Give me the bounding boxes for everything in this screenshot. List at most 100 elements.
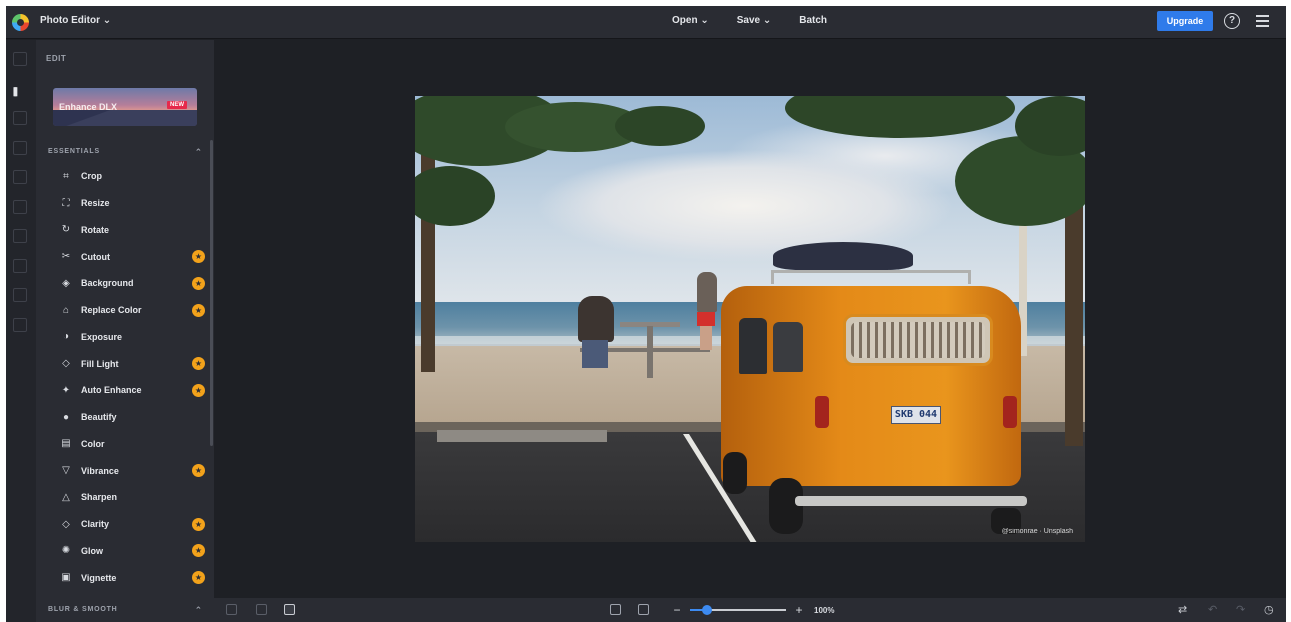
cutout-icon: ✂ [61,251,71,263]
glow-icon: ✺ [61,545,71,557]
tool-label: Resize [81,198,110,209]
star-icon[interactable] [13,140,27,155]
tool-label: Replace Color [81,305,142,316]
texture-icon[interactable] [13,317,27,332]
sharpen-icon: △ [62,491,70,503]
section-blur-smooth[interactable]: BLUR & SMOOTH ⌃ [48,605,203,616]
new-badge: NEW [167,101,187,109]
tool-label: Clarity [81,519,110,530]
brush-icon[interactable] [13,170,27,184]
zoom-out-button[interactable]: − [670,603,684,617]
redo-icon[interactable]: ↷ [1236,603,1245,616]
banner-artwork [53,110,197,126]
tool-list: ⌗ Crop ⛶ Resize ↻ Rotate ✂ Cutout ★ ◈ Background ★ ⌂… [36,163,214,591]
chevron-up-icon[interactable]: ⌃ [195,605,203,616]
tool-label: Crop [81,171,102,182]
color-icon: ▤ [61,438,71,450]
premium-star-icon: ★ [192,357,205,371]
tool-item-background[interactable]: ◈ Background ★ [36,270,214,297]
tool-item-exposure[interactable]: ◑ Exposure [36,324,214,351]
shape-icon[interactable] [13,258,27,273]
batch-menu[interactable]: Batch [799,15,827,26]
tool-label: Glow [81,545,103,556]
tool-item-replace-color[interactable]: ⌂ Replace Color ★ [36,297,214,324]
canvas-area: SKB 044 @simonrae · Unsplash [214,40,1286,598]
flip-icon[interactable]: ⇄ [1178,603,1187,616]
duplicate-icon[interactable] [256,604,267,615]
tool-label: Beautify [81,412,117,423]
frame-icon[interactable] [13,199,27,214]
resize-icon: ⛶ [62,197,70,209]
photo-canvas[interactable]: SKB 044 @simonrae · Unsplash [415,96,1085,542]
photo-credit: @simonrae · Unsplash [1001,528,1073,535]
zoom-control: − + 100% [670,602,834,618]
premium-star-icon: ★ [192,303,205,317]
history-icon[interactable]: ◷ [1264,603,1274,616]
tool-label: Color [81,438,105,449]
tool-item-sharpen[interactable]: △ Sharpen [36,484,214,511]
top-bar: Photo Editor ⌄ Open ⌄ Save ⌄ Batch Upgra… [6,6,1286,39]
tool-label: Rotate [81,224,110,235]
tool-item-auto-enhance[interactable]: ✦ Auto Enhance ★ [36,377,214,404]
tool-item-fill-light[interactable]: ◇ Fill Light ★ [36,350,214,377]
tool-item-vibrance[interactable]: ▽ Vibrance ★ [36,457,214,484]
tool-label: Auto Enhance [81,385,142,396]
photo-editor-app: Photo Editor ⌄ Open ⌄ Save ⌄ Batch Upgra… [6,6,1286,622]
background-icon: ◈ [62,277,70,289]
actual-size-icon[interactable] [638,604,649,615]
fit-screen-icon[interactable] [610,604,621,615]
tool-label: Cutout [81,251,110,262]
text-icon[interactable] [13,288,27,302]
tool-label: Exposure [81,331,123,342]
section-essentials[interactable]: ESSENTIALS ⌃ [48,147,203,158]
tool-item-color[interactable]: ▤ Color [36,431,214,458]
tool-label: Vibrance [81,465,119,476]
tool-item-clarity[interactable]: ◇ Clarity ★ [36,511,214,538]
tool-category-rail [6,40,36,622]
clarity-icon: ◇ [62,518,70,530]
auto-enhance-icon: ✦ [61,384,71,396]
heart-icon[interactable] [13,229,27,243]
vibrance-icon: ▽ [62,465,70,477]
compare-icon[interactable] [284,604,295,615]
open-menu[interactable]: Open ⌄ [672,15,709,26]
zoom-in-button[interactable]: + [792,603,806,617]
tool-item-rotate[interactable]: ↻ Rotate [36,217,214,244]
tool-item-cutout[interactable]: ✂ Cutout ★ [36,243,214,270]
section-title: ESSENTIALS [48,148,100,155]
app-logo-icon[interactable] [12,14,29,31]
chevron-up-icon[interactable]: ⌃ [195,147,203,158]
layers-icon[interactable] [226,604,237,615]
zoom-slider[interactable] [690,605,786,615]
tool-item-vignette[interactable]: ▣ Vignette ★ [36,564,214,591]
tool-item-beautify[interactable]: ● Beautify [36,404,214,431]
banner-label: Enhance DLX [59,102,118,112]
edit-panel: EDIT Enhance DLX NEW ESSENTIALS ⌃ ⌗ Crop ⛶… [36,40,214,622]
zoom-slider-handle[interactable] [702,605,713,615]
eye-icon[interactable] [13,111,27,125]
image-icon[interactable] [13,52,27,66]
tool-item-resize[interactable]: ⛶ Resize [36,190,214,217]
tool-item-glow[interactable]: ✺ Glow ★ [36,538,214,565]
tool-label: Sharpen [81,492,118,503]
zoom-level: 100% [814,605,835,615]
tool-label: Background [81,278,134,289]
section-title: BLUR & SMOOTH [48,606,118,613]
enhance-dlx-banner[interactable]: Enhance DLX NEW [53,88,197,126]
upgrade-button[interactable]: Upgrade [1157,11,1213,31]
license-plate: SKB 044 [891,406,941,424]
undo-icon[interactable]: ↶ [1208,603,1217,616]
beautify-icon: ● [62,411,70,423]
help-icon[interactable]: ? [1224,13,1240,29]
save-menu[interactable]: Save ⌄ [737,15,772,26]
crop-icon: ⌗ [63,170,69,182]
tool-item-crop[interactable]: ⌗ Crop [36,163,214,190]
replace-color-icon: ⌂ [62,304,70,316]
hamburger-menu-icon[interactable] [1256,15,1269,27]
top-nav: Open ⌄ Save ⌄ Batch [672,15,827,26]
adjust-sliders-icon[interactable] [13,82,27,96]
app-title-dropdown[interactable]: Photo Editor ⌄ [40,15,111,26]
premium-star-icon: ★ [192,571,205,585]
panel-heading: EDIT [46,54,67,63]
premium-star-icon: ★ [192,464,205,478]
